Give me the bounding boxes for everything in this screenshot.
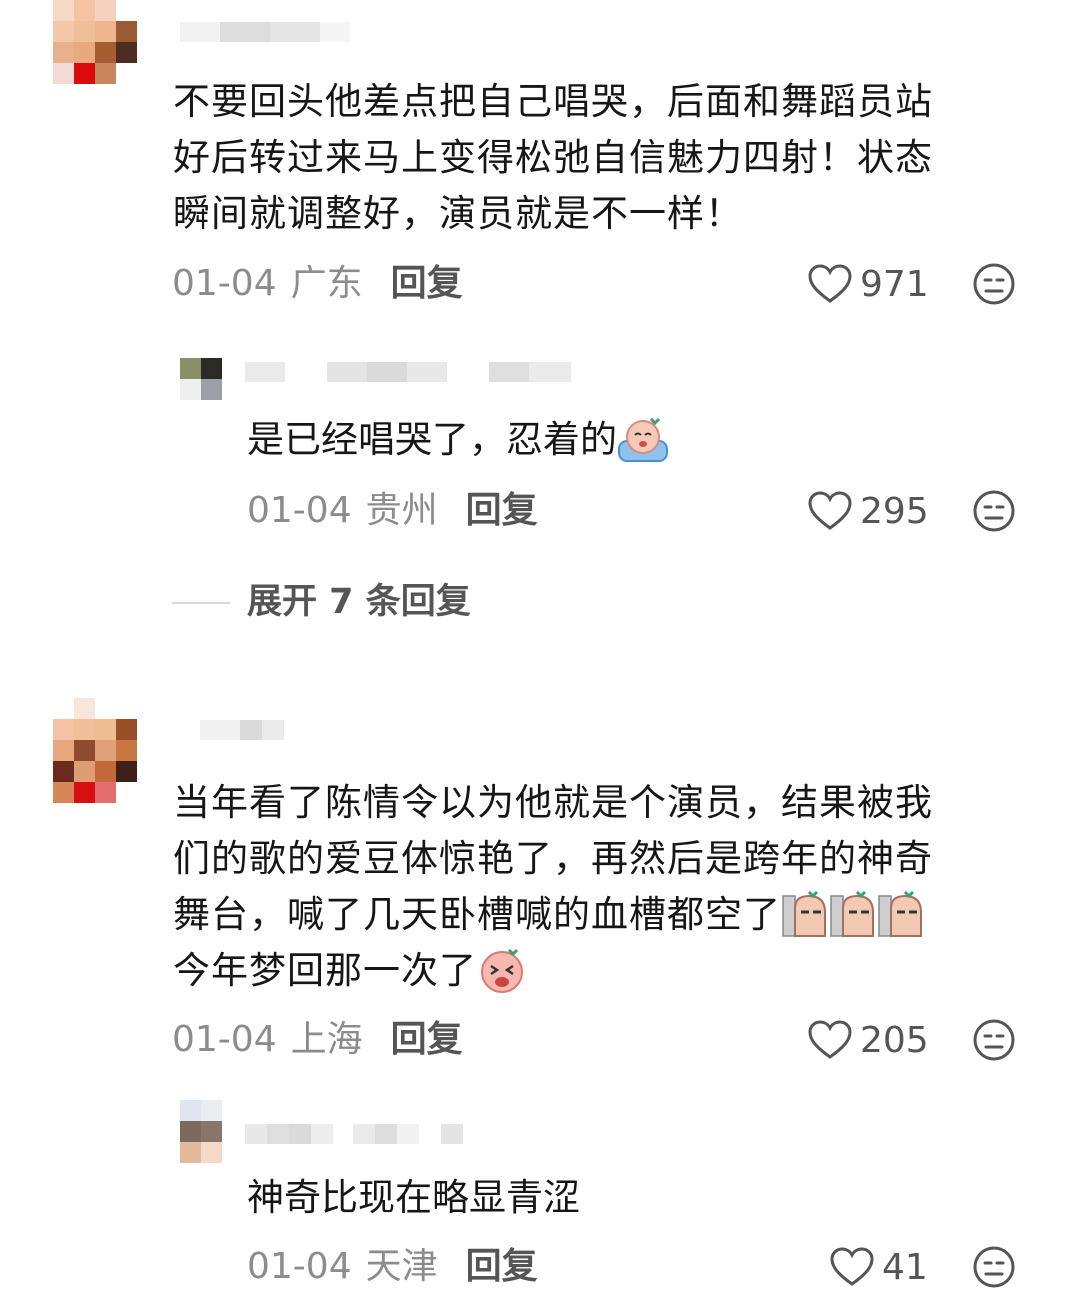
username-blurred[interactable]	[245, 1124, 463, 1144]
comment-region: 上海	[290, 1019, 363, 1060]
comment-line: 舞台，喊了几天卧槽喊的血槽都空了	[173, 893, 781, 936]
comment-meta: 01-04 上海 回复	[172, 1018, 463, 1062]
avatar[interactable]	[180, 1100, 243, 1163]
reply-button[interactable]: 回复	[466, 489, 538, 533]
reply-button[interactable]: 回复	[391, 262, 463, 306]
reply-button[interactable]: 回复	[391, 1018, 463, 1062]
like-count: 295	[860, 490, 929, 532]
heart-outline-icon	[808, 491, 852, 530]
reply-text: 神奇比现在略显青涩	[247, 1176, 580, 1219]
peeking-sticker-icon	[878, 890, 922, 937]
meh-face-icon[interactable]	[972, 489, 1016, 533]
reply-region: 贵州	[365, 490, 438, 531]
comment-date: 01-04	[172, 263, 277, 304]
comment-region: 广东	[290, 263, 363, 304]
comment-line: 今年梦回那一次了	[173, 949, 477, 992]
like-count: 205	[860, 1019, 929, 1061]
reply-date: 01-04	[247, 1246, 352, 1287]
avatar[interactable]	[180, 358, 243, 421]
heart-outline-icon	[808, 1020, 852, 1059]
comment-line: 们的歌的爱豆体惊艳了，再然后是跨年的神奇	[173, 837, 933, 880]
avatar[interactable]	[53, 698, 137, 803]
reply-button[interactable]: 回复	[466, 1245, 538, 1289]
meh-face-icon[interactable]	[972, 1018, 1016, 1062]
reply-content: 是已经唱哭了，忍着的	[247, 412, 669, 468]
comment-text: 当年看了陈情令以为他就是个演员，结果被我 们的歌的爱豆体惊艳了，再然后是跨年的神…	[173, 775, 1033, 999]
expand-replies-button[interactable]: 展开 7 条回复	[247, 580, 471, 624]
reply-date: 01-04	[247, 490, 352, 531]
username-blurred[interactable]	[245, 362, 571, 382]
like-count: 971	[860, 263, 929, 305]
like-button[interactable]: 205	[808, 1018, 929, 1062]
like-count: 41	[882, 1246, 928, 1288]
meh-face-icon[interactable]	[972, 1245, 1016, 1289]
reply-text: 是已经唱哭了，忍着的	[247, 418, 617, 461]
username-blurred[interactable]	[200, 720, 284, 740]
reply-region: 天津	[365, 1246, 438, 1287]
comment-meta: 01-04 广东 回复	[172, 262, 463, 306]
heart-outline-icon	[808, 264, 852, 303]
meh-face-icon[interactable]	[972, 262, 1016, 306]
like-button[interactable]: 295	[808, 489, 929, 533]
crying-sticker-icon	[618, 417, 668, 462]
username-blurred[interactable]	[180, 22, 350, 42]
expand-divider	[172, 602, 230, 604]
comment-date: 01-04	[172, 1019, 277, 1060]
reply-meta: 01-04 贵州 回复	[247, 489, 538, 533]
like-button[interactable]: 41	[830, 1245, 928, 1289]
comment-line: 当年看了陈情令以为他就是个演员，结果被我	[173, 781, 933, 824]
heart-outline-icon	[830, 1247, 874, 1286]
like-button[interactable]: 971	[808, 262, 929, 306]
peeking-sticker-icon	[830, 890, 874, 937]
avatar[interactable]	[53, 0, 137, 105]
comment-text: 不要回头他差点把自己唱哭，后面和舞蹈员站 好后转过来马上变得松弛自信魅力四射！状…	[173, 80, 933, 235]
laughing-sticker-icon	[481, 948, 523, 993]
reply-meta: 01-04 天津 回复	[247, 1245, 538, 1289]
peeking-sticker-icon	[782, 890, 826, 937]
